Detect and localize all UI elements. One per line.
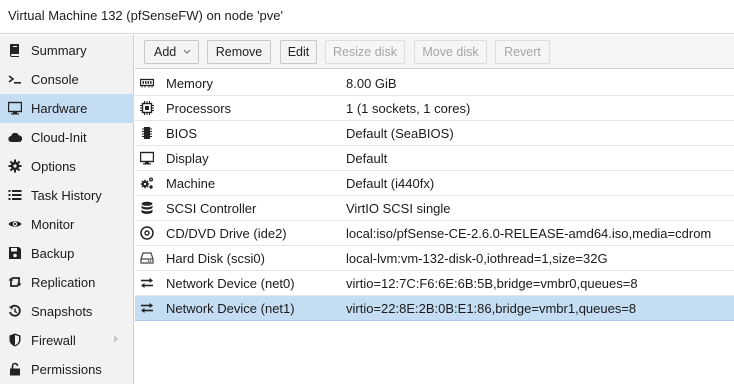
- sidebar-item-monitor[interactable]: Monitor: [0, 210, 134, 239]
- hardware-name: BIOS: [166, 126, 198, 141]
- title-bar: Virtual Machine 132 (pfSenseFW) on node …: [0, 0, 734, 34]
- list-icon: [8, 190, 22, 200]
- terminal-icon: [8, 75, 21, 84]
- sidebar: Summary Console Hardware Cloud-Init Opti…: [0, 35, 134, 384]
- table-row[interactable]: Machine Default (i440fx): [135, 171, 734, 196]
- sidebar-item-label: Hardware: [31, 101, 88, 116]
- sidebar-item-console[interactable]: Console: [0, 65, 134, 94]
- revert-button[interactable]: Revert: [495, 40, 550, 64]
- hardware-name: Network Device (net0): [166, 276, 295, 291]
- sidebar-item-replication[interactable]: Replication: [0, 268, 134, 297]
- microchip-icon: [142, 127, 152, 139]
- add-button-label: Add: [154, 45, 177, 59]
- exchange-icon: [141, 278, 153, 288]
- sidebar-item-label: Monitor: [31, 217, 75, 232]
- table-row[interactable]: Display Default: [135, 146, 734, 171]
- sidebar-item-label: Permissions: [31, 362, 102, 377]
- sidebar-item-label: Firewall: [31, 333, 76, 348]
- cdrom-icon: [140, 226, 154, 240]
- chevron-down-icon: [183, 49, 191, 54]
- window-title: Virtual Machine 132 (pfSenseFW) on node …: [8, 8, 283, 23]
- hardware-value: 1 (1 sockets, 1 cores): [346, 101, 471, 116]
- retweet-icon: [8, 277, 22, 287]
- hardware-name: Network Device (net1): [166, 301, 295, 316]
- hardware-value: Default (SeaBIOS): [346, 126, 454, 141]
- sidebar-item-firewall[interactable]: Firewall: [0, 326, 134, 355]
- hardware-value: 8.00 GiB: [346, 76, 397, 91]
- table-row[interactable]: CD/DVD Drive (ide2) local:iso/pfSense-CE…: [135, 221, 734, 246]
- hardware-value: virtio=12:7C:F6:6E:6B:5B,bridge=vmbr0,qu…: [346, 276, 638, 291]
- table-row[interactable]: Network Device (net1) virtio=22:8E:2B:0B…: [135, 296, 734, 321]
- sidebar-item-label: Options: [31, 159, 76, 174]
- cloud-icon: [8, 132, 22, 143]
- sidebar-item-summary[interactable]: Summary: [0, 36, 134, 65]
- add-button[interactable]: Add: [144, 40, 199, 64]
- sidebar-item-label: Console: [31, 72, 79, 87]
- sidebar-item-cloud-init[interactable]: Cloud-Init: [0, 123, 134, 152]
- hardware-name: Memory: [166, 76, 213, 91]
- hardware-name: SCSI Controller: [166, 201, 257, 216]
- sidebar-item-backup[interactable]: Backup: [0, 239, 134, 268]
- monitor-icon: [140, 151, 154, 165]
- table-row[interactable]: SCSI Controller VirtIO SCSI single: [135, 196, 734, 221]
- sidebar-item-label: Replication: [31, 275, 96, 290]
- shield-icon: [9, 333, 21, 347]
- table-row[interactable]: BIOS Default (SeaBIOS): [135, 121, 734, 146]
- hardware-name: Hard Disk (scsi0): [166, 251, 265, 266]
- exchange-icon: [141, 303, 153, 313]
- hardware-name: Processors: [166, 101, 232, 116]
- resize-disk-button[interactable]: Resize disk: [325, 40, 405, 64]
- move-disk-button[interactable]: Move disk: [414, 40, 487, 64]
- hardware-value: VirtIO SCSI single: [346, 201, 451, 216]
- sidebar-item-permissions[interactable]: Permissions: [0, 355, 134, 384]
- memory-icon: [140, 78, 154, 88]
- hardware-name: Machine: [166, 176, 216, 191]
- edit-button[interactable]: Edit: [280, 40, 317, 64]
- chevron-right-icon[interactable]: [112, 334, 120, 344]
- hardware-value: local:iso/pfSense-CE-2.6.0-RELEASE-amd64…: [346, 226, 712, 241]
- hardware-value: local-lvm:vm-132-disk-0,iothread=1,size=…: [346, 251, 608, 266]
- sidebar-item-label: Summary: [31, 43, 87, 58]
- cpu-icon: [140, 101, 154, 115]
- sidebar-item-label: Cloud-Init: [31, 130, 87, 145]
- sidebar-item-options[interactable]: Options: [0, 152, 134, 181]
- table-row[interactable]: Hard Disk (scsi0) local-lvm:vm-132-disk-…: [135, 246, 734, 271]
- desktop-icon: [8, 101, 22, 115]
- unlock-icon: [10, 362, 20, 376]
- table-row[interactable]: Processors 1 (1 sockets, 1 cores): [135, 96, 734, 121]
- floppy-icon: [9, 247, 21, 259]
- book-icon: [10, 44, 19, 57]
- sidebar-item-label: Snapshots: [31, 304, 93, 319]
- hardware-value: Default: [346, 151, 388, 166]
- cogs-icon: [140, 177, 153, 189]
- sidebar-item-label: Backup: [31, 246, 75, 261]
- hardware-name: Display: [166, 151, 209, 166]
- sidebar-item-task-history[interactable]: Task History: [0, 181, 134, 210]
- sidebar-item-snapshots[interactable]: Snapshots: [0, 297, 134, 326]
- sidebar-item-hardware[interactable]: Hardware: [0, 94, 134, 123]
- database-icon: [141, 201, 153, 214]
- hardware-value: virtio=22:8E:2B:0B:E1:86,bridge=vmbr1,qu…: [346, 301, 637, 316]
- eye-icon: [8, 221, 22, 227]
- toolbar: Add Remove Edit Resize disk Move disk Re…: [135, 35, 734, 69]
- history-icon: [8, 304, 21, 317]
- remove-button[interactable]: Remove: [207, 40, 271, 64]
- hardware-name: CD/DVD Drive (ide2): [166, 226, 287, 241]
- table-row[interactable]: Network Device (net0) virtio=12:7C:F6:6E…: [135, 271, 734, 296]
- table-row[interactable]: Memory 8.00 GiB: [135, 71, 734, 96]
- sidebar-item-label: Task History: [31, 188, 102, 203]
- gear-icon: [8, 159, 22, 173]
- hardware-value: Default (i440fx): [346, 176, 435, 191]
- hdd-icon: [140, 252, 154, 264]
